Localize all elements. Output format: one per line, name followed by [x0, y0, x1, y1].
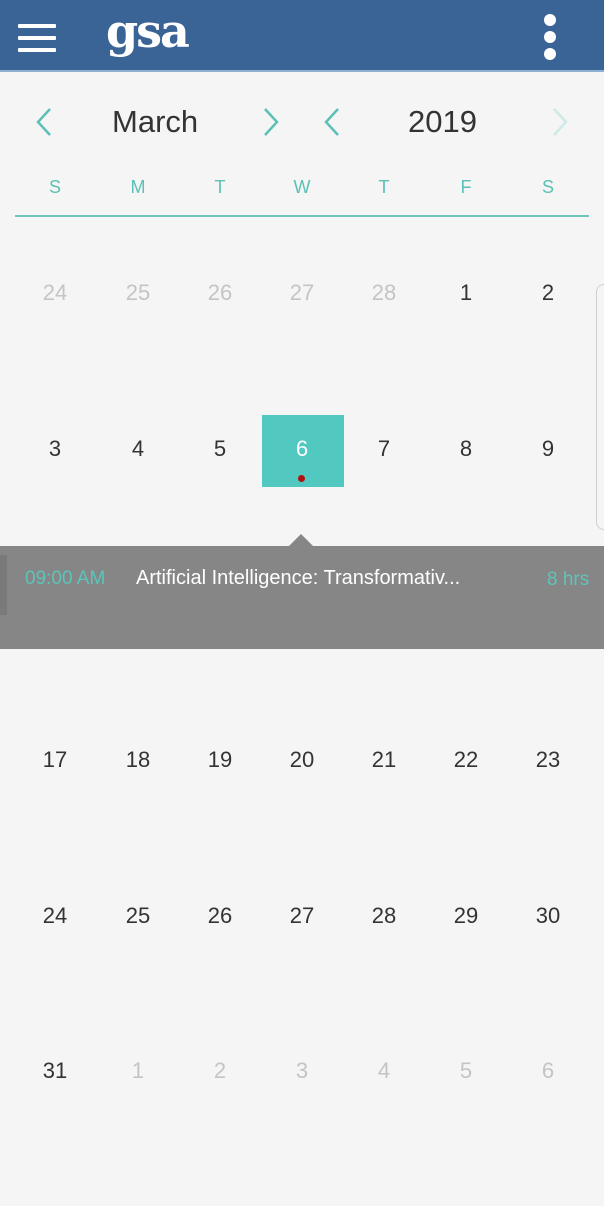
calendar-day[interactable]: 26 — [179, 280, 261, 306]
calendar-day[interactable]: 4 — [343, 1058, 425, 1084]
app-header: gsa — [0, 0, 604, 72]
weekday-label: S — [48, 177, 61, 197]
next-month-button[interactable] — [257, 106, 287, 138]
event-duration: 8 hrs — [547, 569, 590, 590]
calendar-day[interactable]: 24 — [14, 280, 96, 306]
chevron-right-icon — [264, 108, 279, 136]
calendar-day[interactable]: 24 — [14, 903, 96, 929]
weekday-label: W — [293, 177, 311, 197]
calendar-day[interactable]: 23 — [507, 747, 589, 773]
calendar-day[interactable]: 18 — [97, 747, 179, 773]
calendar-day[interactable]: 9 — [507, 436, 589, 462]
calendar-day[interactable]: 2 — [179, 1058, 261, 1084]
event-panel[interactable] — [0, 546, 604, 649]
weekday-label: S — [541, 177, 554, 197]
calendar-day[interactable]: 21 — [343, 747, 425, 773]
calendar-day[interactable]: 28 — [343, 903, 425, 929]
calendar-day[interactable]: 17 — [14, 747, 96, 773]
calendar-day-selected[interactable]: 6 — [261, 436, 343, 462]
calendar-day[interactable]: 4 — [97, 436, 179, 462]
weekday-divider — [15, 215, 589, 217]
calendar-day[interactable]: 27 — [261, 903, 343, 929]
calendar-day[interactable]: 29 — [425, 903, 507, 929]
scrollbar[interactable] — [596, 284, 604, 530]
calendar-day[interactable]: 31 — [14, 1058, 96, 1084]
event-title[interactable]: Artificial Intelligence: Transformativ..… — [136, 567, 506, 590]
calendar-day[interactable]: 26 — [179, 903, 261, 929]
weekday-label: M — [130, 177, 146, 197]
event-indicator-dot — [298, 475, 305, 482]
weekday-label: T — [378, 177, 390, 197]
calendar-day[interactable]: 20 — [261, 747, 343, 773]
event-edge — [0, 555, 7, 615]
calendar-day[interactable]: 22 — [425, 747, 507, 773]
calendar-day[interactable]: 1 — [97, 1058, 179, 1084]
calendar-day[interactable]: 28 — [343, 280, 425, 306]
weekday-label: F — [460, 177, 472, 197]
hamburger-menu-icon[interactable] — [18, 24, 56, 52]
weekday-label: T — [214, 177, 226, 197]
calendar-day[interactable]: 3 — [14, 436, 96, 462]
chevron-left-icon — [324, 108, 339, 136]
calendar-day[interactable]: 27 — [261, 280, 343, 306]
next-year-button[interactable] — [546, 106, 576, 138]
calendar-day[interactable]: 5 — [425, 1058, 507, 1084]
calendar-day[interactable]: 7 — [343, 436, 425, 462]
calendar-day[interactable]: 25 — [97, 903, 179, 929]
gsa-logo: gsa — [106, 4, 190, 58]
calendar-day[interactable]: 30 — [507, 903, 589, 929]
calendar-day[interactable]: 2 — [507, 280, 589, 306]
calendar-day[interactable]: 19 — [179, 747, 261, 773]
calendar-day[interactable]: 3 — [261, 1058, 343, 1084]
prev-year-button[interactable] — [318, 106, 348, 138]
chevron-right-icon — [553, 108, 568, 136]
calendar-day[interactable]: 6 — [507, 1058, 589, 1084]
calendar-day[interactable]: 1 — [425, 280, 507, 306]
year-label: 2019 — [408, 104, 477, 139]
more-options-icon[interactable] — [542, 14, 558, 60]
event-time: 09:00 AM — [25, 568, 106, 589]
prev-month-button[interactable] — [30, 106, 60, 138]
calendar-day[interactable]: 25 — [97, 280, 179, 306]
event-pointer — [289, 534, 313, 546]
calendar-day[interactable]: 5 — [179, 436, 261, 462]
calendar-day[interactable]: 8 — [425, 436, 507, 462]
chevron-left-icon — [36, 108, 51, 136]
month-label: March — [112, 104, 199, 139]
